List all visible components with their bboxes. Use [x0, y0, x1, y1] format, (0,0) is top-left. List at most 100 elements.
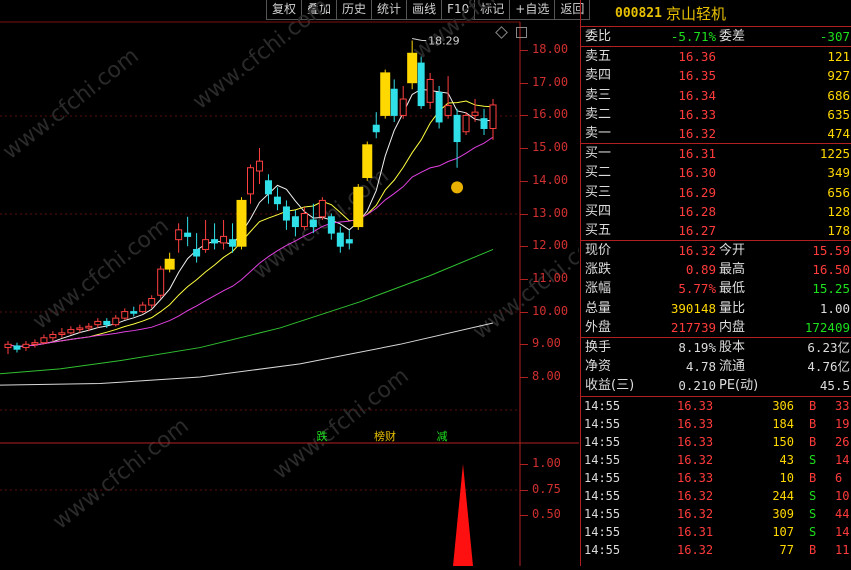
- bids-price: 16.31: [678, 146, 716, 162]
- candle[interactable]: [273, 196, 281, 205]
- bids-row[interactable]: 买四 16.28 128: [581, 202, 851, 221]
- candle[interactable]: [184, 232, 192, 237]
- candle[interactable]: [407, 52, 418, 84]
- candle[interactable]: [58, 332, 66, 335]
- candle[interactable]: [211, 239, 219, 244]
- watermark-text: www.cfchi.com: [48, 413, 193, 534]
- tick-row[interactable]: 14:55 16.32 309 S 44: [581, 505, 851, 523]
- candle[interactable]: [462, 114, 470, 133]
- stat-label: 今开: [719, 243, 746, 259]
- candle[interactable]: [282, 206, 290, 221]
- candle[interactable]: [157, 268, 165, 296]
- fund-label: 股本: [719, 340, 746, 355]
- tick-row[interactable]: 14:55 16.32 77 B 11: [581, 541, 851, 559]
- kline-chart-area[interactable]: www.cfchi.com www.cfchi.com www.cfchi.com w…: [0, 0, 614, 566]
- candle[interactable]: [362, 144, 373, 179]
- candle[interactable]: [471, 111, 479, 116]
- stat-row: 现价 16.32 今开 15.59: [581, 241, 851, 260]
- candle[interactable]: [94, 320, 102, 326]
- candle[interactable]: [164, 258, 175, 270]
- candle[interactable]: [236, 199, 247, 247]
- tick-row[interactable]: 14:55 16.32 43 S 14: [581, 451, 851, 469]
- candle[interactable]: [49, 333, 57, 339]
- asks-row[interactable]: 卖五 16.36 121: [581, 47, 851, 66]
- bids-volume: 178: [827, 222, 850, 238]
- candle[interactable]: [264, 180, 272, 195]
- candle[interactable]: [67, 329, 75, 334]
- high-marker-label: 18.29: [428, 35, 460, 48]
- candle[interactable]: [85, 325, 93, 329]
- price-stats: 现价 16.32 今开 15.59 涨跌 0.89 最高 16.50 涨幅 5.77% 最低 15.2…: [581, 241, 851, 337]
- tick-row[interactable]: 14:55 16.33 150 B 26: [581, 433, 851, 451]
- indicator-spike: [453, 464, 473, 566]
- candle[interactable]: [175, 229, 183, 241]
- candle[interactable]: [444, 105, 452, 116]
- money-bag-icon[interactable]: [451, 181, 464, 194]
- candle[interactable]: [327, 216, 335, 234]
- candle[interactable]: [372, 124, 380, 133]
- fund-value: 0.210: [678, 378, 716, 394]
- candle[interactable]: [309, 219, 317, 228]
- candle[interactable]: [300, 213, 308, 228]
- candle[interactable]: [426, 78, 434, 103]
- candle[interactable]: [453, 114, 461, 143]
- tick-volume: 244: [772, 488, 794, 503]
- candle[interactable]: [380, 72, 391, 116]
- candle[interactable]: [336, 232, 344, 247]
- stock-name: 京山轻机: [665, 4, 726, 23]
- candle[interactable]: [318, 199, 326, 218]
- candle[interactable]: [247, 167, 254, 195]
- tick-row[interactable]: 14:55 16.33 184 B 19: [581, 415, 851, 433]
- tick-row[interactable]: 14:55 16.33 306 B 33: [581, 397, 851, 415]
- candle[interactable]: [480, 118, 488, 129]
- candle[interactable]: [4, 343, 12, 349]
- bids-row[interactable]: 买二 16.30 349: [581, 163, 851, 182]
- bids-row[interactable]: 买五 16.27 178: [581, 221, 851, 240]
- asks-row[interactable]: 卖二 16.33 635: [581, 105, 851, 124]
- candle[interactable]: [435, 92, 443, 123]
- bids-label: 买二: [585, 165, 612, 181]
- candle[interactable]: [76, 327, 84, 331]
- asks-row[interactable]: 卖四 16.35 927: [581, 66, 851, 85]
- tick-row[interactable]: 14:55 16.32 244 S 10: [581, 487, 851, 505]
- candle[interactable]: [202, 239, 210, 250]
- candle[interactable]: [193, 248, 201, 257]
- candle[interactable]: [220, 235, 228, 244]
- candle[interactable]: [353, 186, 364, 228]
- asks-row[interactable]: 卖一 16.32 474: [581, 124, 851, 143]
- tick-list[interactable]: 14:55 16.33 306 B 33 14:55 16.33 184 B 19 14:55 16.…: [581, 397, 851, 559]
- candle[interactable]: [148, 298, 156, 306]
- bids-volume: 349: [827, 165, 850, 181]
- candle[interactable]: [130, 311, 138, 314]
- kline-chart[interactable]: www.cfchi.com www.cfchi.com www.cfchi.comw…: [0, 0, 614, 566]
- stat-label: 总量: [585, 300, 612, 316]
- watermark-text: www.cfchi.com: [268, 363, 413, 484]
- bids-row[interactable]: 买一 16.31 1225: [581, 144, 851, 163]
- candle[interactable]: [103, 320, 111, 326]
- candle[interactable]: [22, 343, 30, 349]
- candle[interactable]: [489, 104, 497, 129]
- bids-row[interactable]: 买三 16.29 656: [581, 183, 851, 202]
- candle[interactable]: [40, 337, 48, 344]
- candle[interactable]: [417, 62, 425, 107]
- candle[interactable]: [121, 311, 129, 319]
- candle[interactable]: [229, 239, 237, 247]
- candle[interactable]: [255, 160, 263, 172]
- candle[interactable]: [112, 317, 120, 326]
- candle[interactable]: [31, 342, 39, 345]
- stat-label: 现价: [585, 243, 612, 259]
- candle[interactable]: [399, 98, 407, 116]
- settings-icon[interactable]: [516, 27, 527, 38]
- stat-value: 15.25: [812, 281, 850, 297]
- candle[interactable]: [291, 216, 299, 228]
- candle[interactable]: [390, 88, 398, 116]
- candle[interactable]: [139, 304, 147, 313]
- price-axis-label: 11.00: [532, 270, 569, 285]
- asks-row[interactable]: 卖三 16.34 686: [581, 86, 851, 105]
- candle[interactable]: [345, 239, 353, 244]
- tick-row[interactable]: 14:55 16.33 10 B 6: [581, 469, 851, 487]
- tick-row[interactable]: 14:55 16.31 107 S 14: [581, 523, 851, 541]
- candle[interactable]: [13, 345, 21, 350]
- weibi-value: -5.71%: [670, 29, 716, 44]
- signal-label: 榜财: [374, 429, 396, 443]
